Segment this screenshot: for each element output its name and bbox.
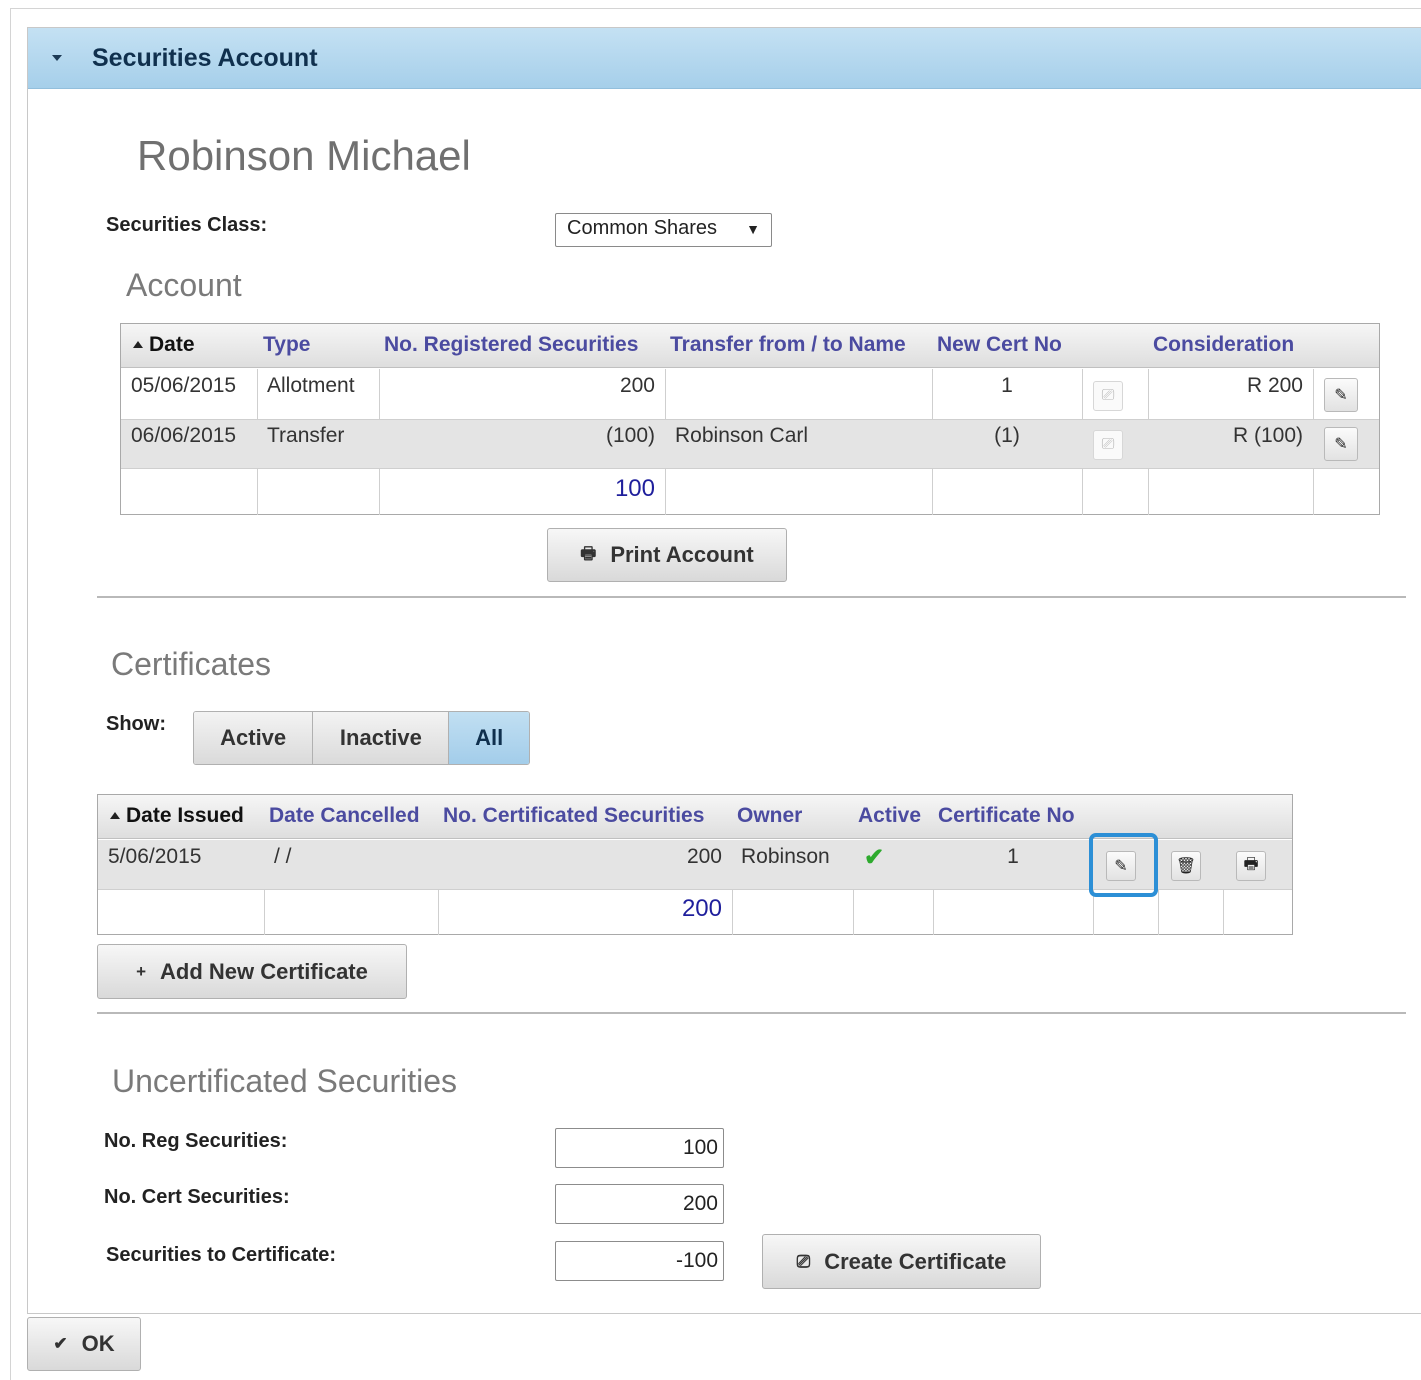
col-new-cert-no[interactable]: New Cert No: [937, 324, 1062, 368]
certificate-filter-toggle: Active Inactive All: [193, 711, 530, 765]
delete-trash-icon[interactable]: 🗑: [1171, 851, 1201, 881]
uncertificated-section-title: Uncertificated Securities: [112, 1063, 458, 1099]
securities-class-label: Securities Class:: [106, 214, 268, 236]
cell-transfer-name: Robinson Carl: [675, 424, 809, 447]
panel-title: Securities Account: [92, 43, 318, 72]
cell-certificated: 200: [686, 845, 722, 868]
col-consideration[interactable]: Consideration: [1153, 324, 1294, 368]
table-row[interactable]: 05/06/2015 Allotment 200 1 ⎚ R 200 ✎: [121, 369, 1379, 419]
dropdown-arrow-icon: ▼: [746, 221, 760, 237]
account-table: Date Type No. Registered Securities Tran…: [120, 323, 1380, 515]
securities-class-select[interactable]: Common Shares ▼: [555, 213, 772, 247]
cell-cert-no: (1): [994, 424, 1020, 447]
filter-all[interactable]: All: [449, 712, 529, 764]
col-owner[interactable]: Owner: [737, 795, 802, 839]
cell-date-cancelled: / /: [274, 845, 292, 868]
add-new-certificate-button[interactable]: + Add New Certificate: [97, 944, 407, 999]
col-type[interactable]: Type: [263, 324, 310, 368]
collapse-caret-icon[interactable]: [52, 55, 62, 61]
securities-to-certificate-field[interactable]: -100: [555, 1241, 724, 1281]
edit-pencil-icon[interactable]: ✎: [1324, 378, 1358, 412]
registered-total: 100: [614, 475, 655, 502]
cell-owner: Robinson: [741, 845, 830, 868]
panel-header[interactable]: Securities Account: [28, 28, 1421, 89]
certificates-section-title: Certificates: [111, 646, 272, 682]
cert-securities-label: No. Cert Securities:: [104, 1186, 290, 1208]
cell-certificate-no: 1: [1007, 845, 1019, 868]
ok-button[interactable]: ✔ OK: [27, 1317, 141, 1371]
col-certificate-no[interactable]: Certificate No: [938, 795, 1075, 839]
cell-consideration: R 200: [1246, 374, 1303, 397]
print-printer-icon[interactable]: 🖶: [1236, 851, 1266, 881]
edit-button-highlight: [1089, 833, 1158, 897]
active-check-icon: ✔: [864, 844, 885, 871]
col-certificated[interactable]: No. Certificated Securities: [443, 795, 704, 839]
filter-inactive[interactable]: Inactive: [313, 712, 450, 764]
person-name: Robinson Michael: [137, 132, 471, 179]
cell-cert-no: 1: [1001, 374, 1013, 397]
col-active[interactable]: Active: [858, 795, 921, 839]
printer-icon: 🖶: [580, 543, 597, 563]
account-section-title: Account: [126, 267, 242, 303]
securities-class-value: Common Shares: [567, 217, 718, 239]
sort-ascending-icon: [133, 341, 143, 348]
col-registered[interactable]: No. Registered Securities: [384, 324, 638, 368]
cell-registered: 200: [619, 374, 655, 397]
print-account-button[interactable]: 🖶 Print Account: [547, 528, 787, 582]
cell-type: Transfer: [267, 424, 345, 447]
ticket-icon: ⎚: [796, 1251, 811, 1271]
securities-to-certificate-label: Securities to Certificate:: [106, 1244, 337, 1266]
cell-date: 05/06/2015: [131, 374, 237, 397]
checkmark-icon: ✔: [53, 1334, 68, 1353]
cell-type: Allotment: [267, 374, 355, 397]
show-label: Show:: [106, 713, 166, 735]
frame-top-border: [10, 8, 1421, 9]
reg-securities-label: No. Reg Securities:: [104, 1130, 288, 1152]
table-row[interactable]: 06/06/2015 Transfer (100) Robinson Carl …: [121, 420, 1379, 468]
filter-active[interactable]: Active: [194, 712, 314, 764]
col-date[interactable]: Date: [133, 324, 195, 368]
reg-securities-field[interactable]: 100: [555, 1128, 724, 1168]
cell-consideration: R (100): [1232, 424, 1303, 447]
col-date-cancelled[interactable]: Date Cancelled: [269, 795, 420, 839]
plus-icon: +: [136, 961, 147, 981]
col-date-issued[interactable]: Date Issued: [110, 795, 244, 839]
certificated-total: 200: [681, 895, 722, 922]
total-row: 100: [121, 469, 1379, 515]
ticket-icon: ⎚: [1093, 381, 1123, 411]
cell-date-issued: 5/06/2015: [108, 845, 202, 868]
cell-date: 06/06/2015: [131, 424, 237, 447]
section-divider: [97, 1012, 1406, 1014]
col-transfer-name[interactable]: Transfer from / to Name: [670, 324, 906, 368]
ticket-icon: ⎚: [1093, 430, 1123, 460]
sort-ascending-icon: [110, 812, 120, 819]
frame-left-border: [10, 8, 11, 1380]
create-certificate-button[interactable]: ⎚ Create Certificate: [762, 1234, 1041, 1289]
account-table-header: Date Type No. Registered Securities Tran…: [121, 324, 1379, 368]
cert-securities-field[interactable]: 200: [555, 1184, 724, 1224]
section-divider: [97, 596, 1406, 598]
edit-pencil-icon[interactable]: ✎: [1324, 427, 1358, 461]
cell-registered: (100): [605, 424, 655, 447]
